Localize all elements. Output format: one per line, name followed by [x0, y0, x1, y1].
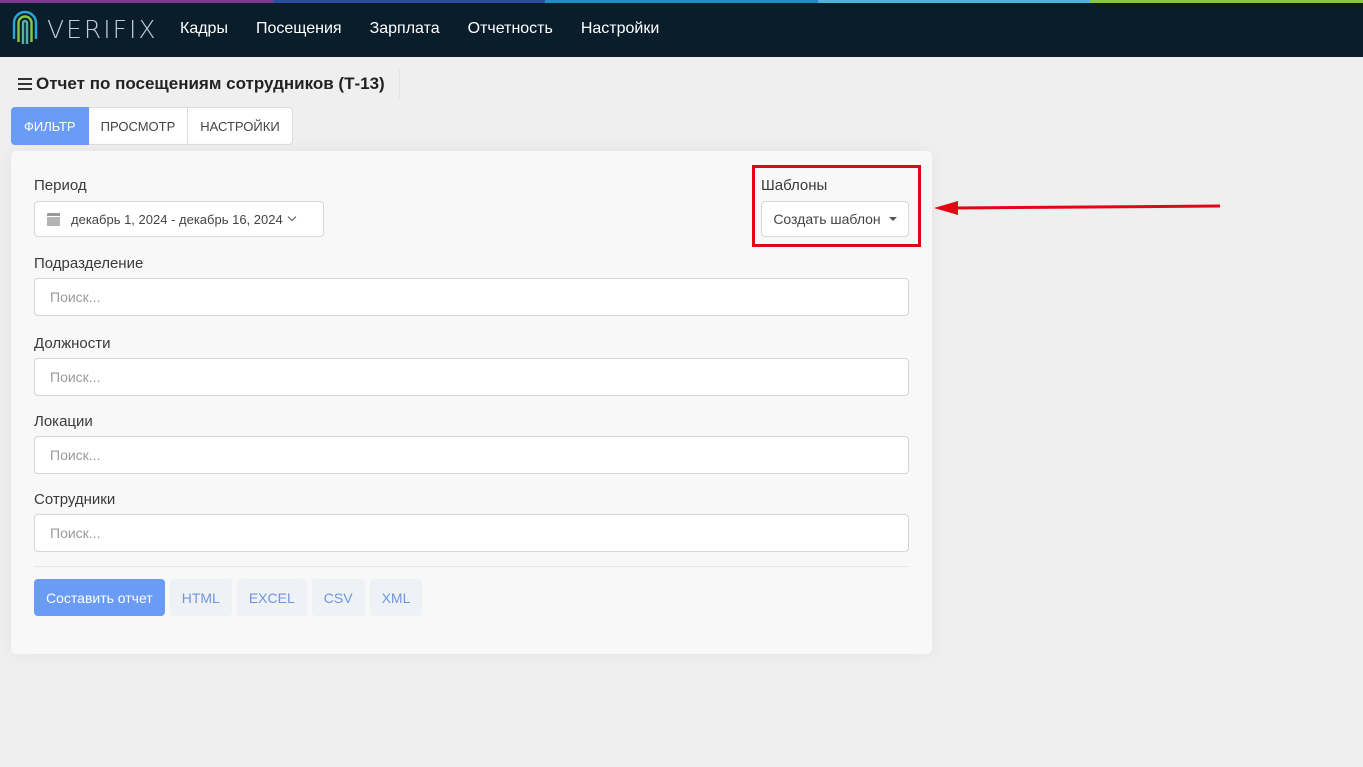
locations-label: Локации — [34, 413, 93, 430]
period-label: Период — [34, 177, 87, 194]
period-picker[interactable]: декабрь 1, 2024 - декабрь 16, 2024 — [34, 201, 324, 237]
tab-preview[interactable]: Просмотр — [88, 107, 189, 145]
division-label: Подразделение — [34, 255, 144, 272]
page-title: Отчет по посещениям сотрудников (Т-13) — [36, 74, 385, 93]
export-excel-button[interactable]: EXCEL — [236, 579, 307, 616]
annotation-highlight-box — [752, 165, 921, 247]
stripe-segment-4 — [817, 0, 1091, 3]
nav-item-salary[interactable]: Зарплата — [356, 20, 454, 38]
employees-label: Сотрудники — [34, 491, 116, 508]
positions-search-input[interactable] — [34, 358, 909, 396]
menu-icon[interactable] — [18, 78, 32, 90]
page-header: Отчет по посещениям сотрудников (Т-13) — [11, 69, 400, 99]
annotation-arrow-icon — [934, 201, 1221, 215]
export-html-button[interactable]: HTML — [169, 579, 232, 616]
tab-settings[interactable]: Настройки — [188, 107, 293, 145]
action-buttons: Составить отчет HTML EXCEL CSV XML — [34, 579, 423, 616]
positions-label: Должности — [34, 335, 111, 352]
period-value: декабрь 1, 2024 - декабрь 16, 2024 — [71, 211, 283, 227]
logo[interactable]: VERIFIX — [10, 9, 158, 49]
nav-item-reports[interactable]: Отчетность — [454, 20, 567, 38]
nav-item-staff[interactable]: Кадры — [166, 20, 242, 38]
divider — [34, 566, 909, 567]
export-csv-button[interactable]: CSV — [311, 579, 365, 616]
employees-search-input[interactable] — [34, 514, 909, 552]
tab-bar: Фильтр Просмотр Настройки — [11, 107, 293, 145]
stripe-segment-5 — [1090, 0, 1363, 3]
calendar-icon — [47, 212, 60, 226]
locations-search-input[interactable] — [34, 436, 909, 474]
main-nav: Кадры Посещения Зарплата Отчетность Наст… — [166, 0, 673, 57]
export-xml-button[interactable]: XML — [369, 579, 423, 616]
top-navbar: VERIFIX Кадры Посещения Зарплата Отчетно… — [0, 0, 1363, 57]
logo-text: VERIFIX — [47, 14, 158, 44]
fingerprint-icon — [12, 10, 38, 44]
division-search-input[interactable] — [34, 278, 909, 316]
chevron-down-icon — [287, 212, 296, 222]
nav-item-attendance[interactable]: Посещения — [242, 20, 356, 38]
build-report-button[interactable]: Составить отчет — [34, 579, 165, 616]
nav-item-settings[interactable]: Настройки — [567, 20, 673, 38]
tab-filter[interactable]: Фильтр — [11, 107, 89, 145]
